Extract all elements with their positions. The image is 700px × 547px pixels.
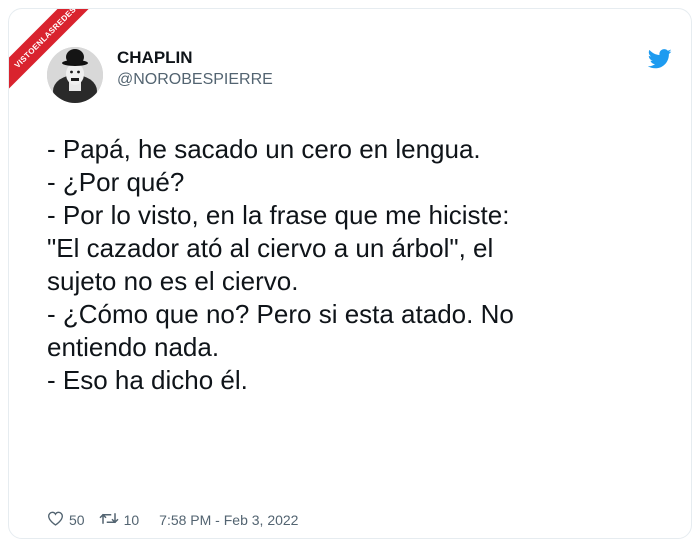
tweet-footer: 50 10 7:58 PM - Feb 3, 2022: [47, 511, 298, 529]
author-name[interactable]: CHAPLIN: [117, 48, 193, 68]
tweet-line: "El cazador ató al ciervo a un árbol", e…: [47, 233, 494, 263]
like-count: 50: [69, 512, 85, 528]
retweet-count: 10: [123, 512, 140, 528]
tweet-line: - Eso ha dicho él.: [47, 365, 248, 395]
heart-icon[interactable]: [47, 511, 64, 529]
tweet-line: - Por lo visto, en la frase que me hicis…: [47, 200, 510, 230]
tweet-line: - ¿Por qué?: [47, 167, 185, 197]
author-handle[interactable]: @NOROBESPIERRE: [117, 71, 273, 89]
twitter-bird-icon-svg: [647, 49, 672, 69]
twitter-bird-icon[interactable]: [647, 49, 672, 69]
avatar[interactable]: [47, 47, 103, 103]
tweet-line: entiendo nada.: [47, 332, 220, 362]
tweet-line: - ¿Cómo que no? Pero si esta atado. No: [47, 299, 514, 329]
tweet-card: VISTOENLASREDES .com CHAPLIN @NOROBESPIE…: [8, 8, 692, 539]
tweet-text: - Papá, he sacado un cero en lengua. - ¿…: [47, 133, 657, 397]
retweet-icon[interactable]: [99, 511, 119, 529]
tweet-line: sujeto no es el ciervo.: [47, 266, 299, 296]
retweet-icon-svg: [99, 513, 119, 524]
heart-icon-svg: [47, 511, 64, 526]
tweet-line: - Papá, he sacado un cero en lengua.: [47, 134, 481, 164]
timestamp[interactable]: 7:58 PM - Feb 3, 2022: [159, 512, 298, 528]
avatar-image: [47, 47, 103, 103]
